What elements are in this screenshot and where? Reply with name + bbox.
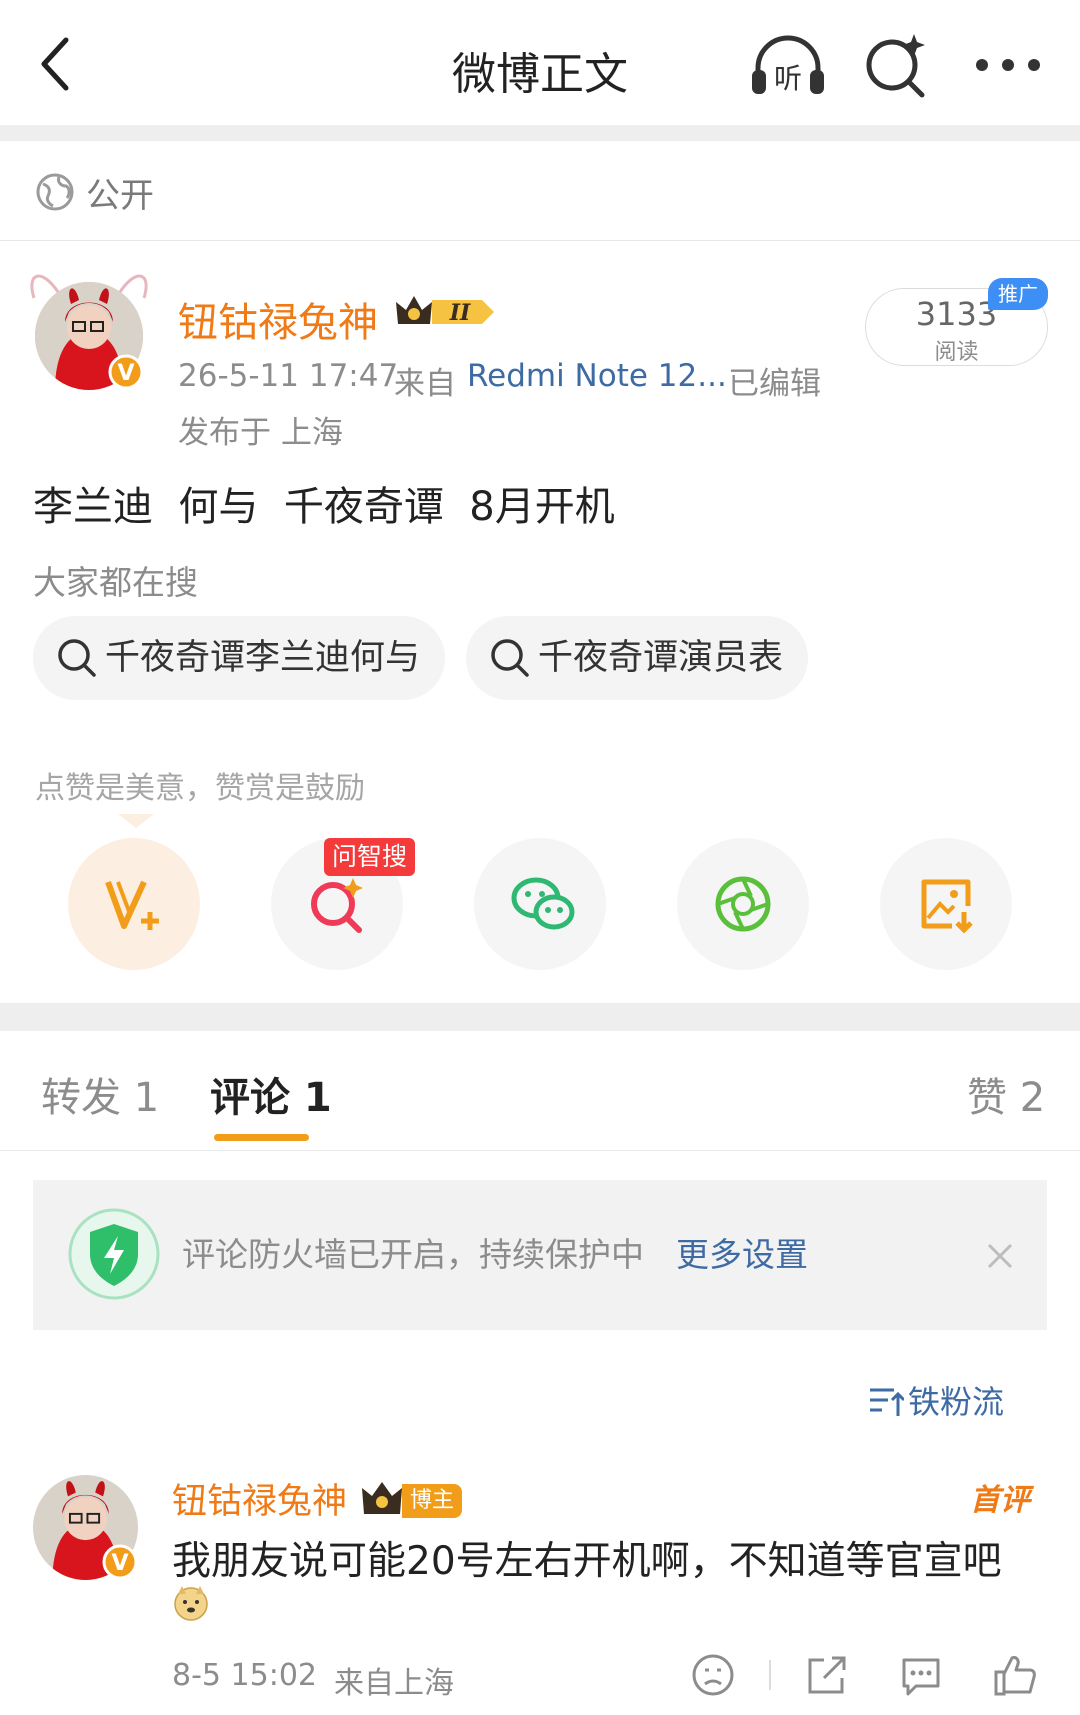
ai-search-badge: 问智搜 bbox=[324, 838, 416, 876]
edited-label[interactable]: 已编辑 bbox=[728, 358, 821, 403]
member-level: II bbox=[449, 300, 471, 326]
top-bar: 微博正文 听 bbox=[0, 0, 1080, 125]
first-comment-badge: 首评 bbox=[970, 1483, 1030, 1518]
search-icon bbox=[58, 639, 96, 677]
tabs-divider bbox=[0, 1150, 1080, 1151]
search-chip-label: 千夜奇谭演员表 bbox=[538, 638, 784, 678]
owner-badge: 博主 bbox=[402, 1484, 463, 1518]
ai-search-button[interactable] bbox=[862, 30, 942, 100]
search-chip[interactable]: 千夜奇谭李兰迪何与 bbox=[33, 616, 445, 700]
reward-button[interactable] bbox=[68, 838, 200, 970]
sort-icon[interactable] bbox=[868, 1384, 904, 1420]
promote-badge[interactable]: 推广 bbox=[988, 278, 1048, 310]
firewall-settings-link[interactable]: 更多设置 bbox=[676, 1228, 808, 1276]
section-separator bbox=[0, 1003, 1080, 1031]
comment-icon[interactable] bbox=[898, 1652, 944, 1698]
save-image-button[interactable] bbox=[880, 838, 1012, 970]
header-separator bbox=[0, 125, 1080, 141]
post-content: 李兰迪 何与 千夜奇谭 8月开机 bbox=[33, 484, 615, 530]
author-name[interactable]: 钮钴禄兔神 bbox=[178, 290, 378, 348]
tab-likes[interactable]: 赞 2 bbox=[967, 1065, 1045, 1123]
comment-time: 8-5 15:02 bbox=[172, 1658, 317, 1693]
search-icon bbox=[491, 639, 529, 677]
moments-aperture-icon bbox=[715, 876, 771, 932]
tab-comments[interactable]: 评论 1 bbox=[210, 1065, 332, 1123]
share-icon[interactable] bbox=[804, 1652, 850, 1698]
moments-share-button[interactable] bbox=[677, 838, 809, 970]
wechat-share-button[interactable] bbox=[474, 838, 606, 970]
close-icon[interactable] bbox=[986, 1242, 1014, 1270]
comment-author[interactable]: 钮钴禄兔神 bbox=[172, 1473, 347, 1524]
pointer-caret bbox=[118, 814, 154, 828]
encourage-text: 点赞是美意，赞赏是鼓励 bbox=[35, 771, 365, 806]
wechat-icon bbox=[511, 877, 575, 930]
emoji-reaction-icon[interactable] bbox=[690, 1652, 736, 1698]
more-button[interactable] bbox=[968, 30, 1048, 100]
svg-text:V: V bbox=[117, 361, 134, 386]
crown-badge-icon: II bbox=[396, 296, 494, 326]
verified-v-icon: V bbox=[102, 1544, 138, 1580]
post-timestamp: 26-5-11 17:47 bbox=[178, 358, 399, 394]
headphones-icon: 听 bbox=[752, 35, 824, 95]
source-device[interactable]: Redmi Note 12... bbox=[467, 358, 727, 394]
v-plus-icon bbox=[105, 880, 159, 930]
search-chip[interactable]: 千夜奇谭演员表 bbox=[466, 616, 808, 700]
shield-icon bbox=[68, 1208, 160, 1300]
bunny-ears-decoration bbox=[30, 274, 148, 299]
globe-icon bbox=[36, 173, 74, 211]
firewall-status-text: 评论防火墙已开启，持续保护中 bbox=[182, 1235, 644, 1274]
like-thumb-icon[interactable] bbox=[992, 1652, 1038, 1698]
image-download-icon bbox=[921, 879, 973, 934]
listen-button[interactable]: 听 bbox=[748, 30, 828, 100]
search-icon bbox=[866, 34, 925, 98]
more-dots-icon bbox=[976, 59, 1040, 71]
listen-label: 听 bbox=[774, 62, 802, 95]
source-prefix: 来自 bbox=[394, 366, 456, 402]
crown-badge-icon bbox=[362, 1482, 402, 1514]
icon-divider bbox=[769, 1660, 771, 1690]
visibility-row: 公开 bbox=[0, 141, 1080, 241]
verified-v-icon: V bbox=[108, 354, 144, 390]
search-chip-label: 千夜奇谭李兰迪何与 bbox=[105, 638, 421, 678]
comment-text: 我朋友说可能20号左右开机啊，不知道等官宣吧 bbox=[172, 1539, 1002, 1584]
svg-text:V: V bbox=[111, 1551, 128, 1576]
visibility-label: 公开 bbox=[86, 176, 154, 216]
read-label: 阅读 bbox=[934, 340, 979, 365]
member-badge[interactable]: II bbox=[394, 292, 499, 332]
tab-reposts[interactable]: 转发 1 bbox=[41, 1065, 159, 1123]
sort-label[interactable]: 铁粉流 bbox=[908, 1377, 1004, 1423]
search-section-label: 大家都在搜 bbox=[33, 563, 198, 602]
active-tab-indicator bbox=[214, 1134, 309, 1141]
post-location: 发布于 上海 bbox=[178, 415, 343, 451]
doge-emoji-icon bbox=[174, 1586, 208, 1621]
comment-source: 来自上海 bbox=[334, 1666, 454, 1701]
ai-search-icon bbox=[311, 878, 363, 933]
